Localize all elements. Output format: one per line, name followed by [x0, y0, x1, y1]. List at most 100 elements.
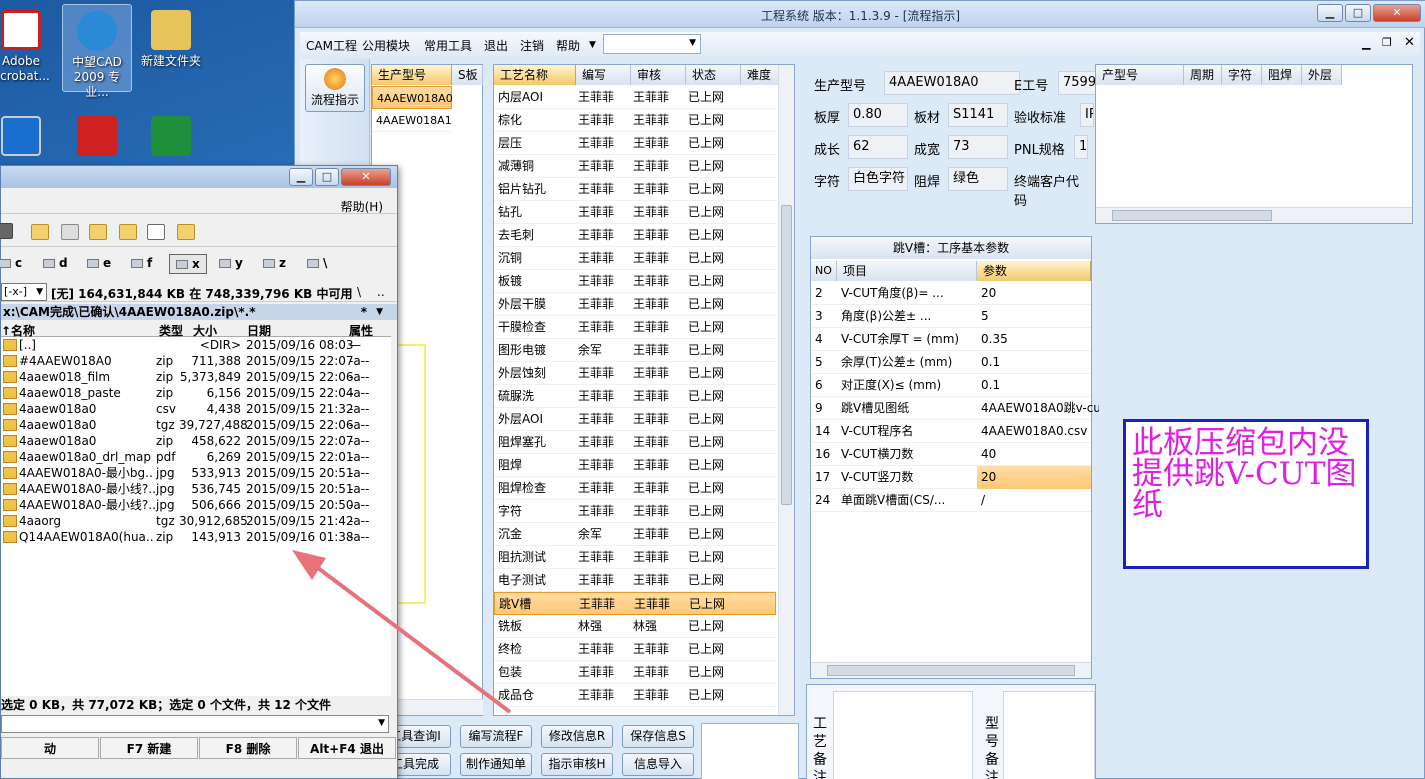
flow-indicator-button[interactable]: 流程指示: [305, 64, 365, 112]
process-row[interactable]: 跳V槽 王菲菲 王菲菲 已上网: [494, 592, 776, 615]
new-folder-icon[interactable]: [89, 224, 107, 240]
process-row[interactable]: 包装 王菲菲 王菲菲 已上网: [494, 661, 776, 684]
desktop-icon-zwcad[interactable]: 中望CAD 2009 专业...: [62, 4, 132, 99]
file-row[interactable]: 4aaew018a0 tgz 39,727,488 2015/09/15 22:06-…: [1, 417, 389, 433]
chevron-down-icon[interactable]: ▼: [376, 304, 383, 320]
menu-tools[interactable]: 常用工具: [424, 37, 472, 54]
param-row[interactable]: 4 V-CUT余厚T = (mm) 0.35: [811, 328, 1091, 351]
command-line[interactable]: ▼: [1, 715, 389, 733]
file-row[interactable]: 4aaew018_film zip 5,373,849 2015/09/15 22:0…: [1, 369, 389, 385]
parent-dir-button[interactable]: ..: [377, 285, 385, 299]
process-row[interactable]: 成品仓 王菲菲 王菲菲 已上网: [494, 684, 776, 707]
folder-icon[interactable]: [31, 224, 49, 240]
column-header-sboard[interactable]: S板: [452, 65, 483, 85]
info-value[interactable]: 62: [848, 135, 908, 159]
info-value[interactable]: 白色字符: [848, 167, 908, 191]
process-row[interactable]: 终检 王菲菲 王菲菲 已上网: [494, 638, 776, 661]
desktop-icon-excel[interactable]: [136, 110, 206, 160]
model-row[interactable]: 4AAEW018A1: [372, 109, 452, 132]
vertical-scrollbar[interactable]: [778, 65, 794, 715]
binoculars-icon[interactable]: [0, 223, 13, 239]
process-row[interactable]: 板镀 王菲菲 王菲菲 已上网: [494, 270, 776, 293]
drive-button[interactable]: y: [213, 254, 251, 274]
process-row[interactable]: 铝片钻孔 王菲菲 王菲菲 已上网: [494, 178, 776, 201]
info-value[interactable]: 1P: [1074, 135, 1088, 159]
desktop-icon-folder[interactable]: 新建文件夹: [136, 4, 206, 69]
drive-button[interactable]: x: [169, 254, 207, 274]
process-row[interactable]: 图形电镀 余军 王菲菲 已上网: [494, 339, 776, 362]
chevron-down-icon[interactable]: ▼: [378, 718, 385, 728]
model-remark-field[interactable]: [1003, 691, 1095, 779]
drive-button[interactable]: f: [125, 254, 163, 274]
process-row[interactable]: 阻焊检查 王菲菲 王菲菲 已上网: [494, 477, 776, 500]
folder-sync-icon[interactable]: [119, 224, 137, 240]
info-value[interactable]: 4AAEW018A0: [884, 71, 1020, 95]
menu-exit[interactable]: 退出: [484, 37, 508, 54]
process-row[interactable]: 沉金 余军 王菲菲 已上网: [494, 523, 776, 546]
file-row[interactable]: #4AAEW018A0 zip 711,388 2015/09/15 22:07 -a-…: [1, 353, 389, 369]
desktop-icon-acrobat[interactable]: Adobe Acrobat...: [0, 4, 56, 84]
make-notice-button[interactable]: 制作通知单: [460, 753, 532, 776]
param-row[interactable]: 17 V-CUT竖刀数 20: [811, 466, 1091, 489]
info-right-column-header[interactable]: 外层: [1302, 65, 1342, 85]
process-row[interactable]: 阻焊塞孔 王菲菲 王菲菲 已上网: [494, 431, 776, 454]
param-row[interactable]: 9 跳V槽见图纸 4AAEW018A0跳v-cu: [811, 397, 1101, 420]
info-right-column-header[interactable]: 产型号: [1096, 65, 1184, 85]
column-header-param[interactable]: 参数: [977, 261, 1091, 281]
desktop-icon-autocad[interactable]: [62, 110, 132, 160]
process-row[interactable]: 字符 王菲菲 王菲菲 已上网: [494, 500, 776, 523]
info-value[interactable]: IPC: [1080, 103, 1094, 127]
fkey-button[interactable]: Alt+F4 退出: [298, 737, 396, 759]
maximize-button[interactable]: □: [1345, 4, 1371, 22]
file-row[interactable]: 4aaew018a0_drl_map pdf 6,269 2015/09/15 22:…: [1, 449, 389, 465]
process-row[interactable]: 棕化 王菲菲 王菲菲 已上网: [494, 109, 776, 132]
open-folder-icon[interactable]: [177, 224, 195, 240]
column-header-model[interactable]: 生产型号: [372, 65, 452, 85]
param-row[interactable]: 2 V-CUT角度(β)= ... 20: [811, 282, 1091, 305]
column-header-author[interactable]: 编写: [576, 65, 631, 85]
path-star[interactable]: *: [361, 304, 367, 320]
menu-cam[interactable]: CAM工程: [306, 37, 357, 54]
menu-common[interactable]: 公用模块: [362, 37, 410, 54]
info-value[interactable]: 0.80: [848, 103, 908, 127]
mdi-close-icon[interactable]: ✕: [1404, 35, 1415, 50]
process-row[interactable]: 钻孔 王菲菲 王菲菲 已上网: [494, 201, 776, 224]
process-row[interactable]: 内层AOI 王菲菲 王菲菲 已上网: [494, 86, 776, 109]
param-row[interactable]: 6 对正度(X)≤ (mm) 0.1: [811, 374, 1091, 397]
process-row[interactable]: 外层蚀刻 王菲菲 王菲菲 已上网: [494, 362, 776, 385]
menu-logout[interactable]: 注销: [520, 37, 544, 54]
file-row[interactable]: 4aaew018_paste zip 6,156 2015/09/15 22:04 -a…: [1, 385, 389, 401]
file-row[interactable]: 4AAEW018A0-最小bg.. jpg 533,913 2015/09/15 20…: [1, 465, 389, 481]
process-row[interactable]: 外层AOI 王菲菲 王菲菲 已上网: [494, 408, 776, 431]
process-row[interactable]: 层压 王菲菲 王菲菲 已上网: [494, 132, 776, 155]
drive-button[interactable]: \: [301, 254, 339, 274]
scrollbar-thumb[interactable]: [1112, 210, 1272, 221]
process-row[interactable]: 干膜检查 王菲菲 王菲菲 已上网: [494, 316, 776, 339]
file-row[interactable]: [..] <DIR> 2015/09/16 08:03—: [1, 337, 389, 353]
info-right-column-header[interactable]: 周期: [1184, 65, 1222, 85]
drive-select[interactable]: [-x-] ▼: [1, 283, 47, 301]
process-row[interactable]: 减薄铜 王菲菲 王菲菲 已上网: [494, 155, 776, 178]
param-row[interactable]: 3 角度(β)公差± ... 5: [811, 305, 1091, 328]
scrollbar-thumb[interactable]: [781, 205, 792, 505]
close-button[interactable]: ✕: [1373, 4, 1421, 22]
column-header-status[interactable]: 状态: [686, 65, 741, 85]
root-dir-button[interactable]: \: [357, 285, 361, 299]
process-row[interactable]: 去毛刺 王菲菲 王菲菲 已上网: [494, 224, 776, 247]
horizontal-scrollbar[interactable]: [1096, 207, 1412, 223]
param-row[interactable]: 5 余厚(T)公差± (mm) 0.1: [811, 351, 1091, 374]
column-header-no[interactable]: NO: [811, 261, 837, 281]
modify-info-button[interactable]: 修改信息R: [541, 725, 613, 748]
column-header-process[interactable]: 工艺名称: [494, 65, 576, 85]
fkey-button[interactable]: F8 删除: [199, 737, 297, 759]
menu-help[interactable]: 帮助: [556, 37, 580, 54]
scrollbar-thumb[interactable]: [827, 665, 1075, 676]
drive-button[interactable]: z: [257, 254, 295, 274]
file-row[interactable]: 4aaew018a0 zip 458,622 2015/09/15 22:07 -a--: [1, 433, 389, 449]
fm-minimize-button[interactable]: ▁: [289, 168, 313, 186]
file-row[interactable]: 4aaew018a0 csv 4,438 2015/09/15 21:32 -a--: [1, 401, 389, 417]
file-row[interactable]: 4AAEW018A0-最小线?.. jpg 506,666 2015/09/15 20…: [1, 497, 389, 513]
column-header-difficulty[interactable]: 难度: [741, 65, 779, 85]
fm-help-menu[interactable]: 帮助(H): [341, 198, 383, 215]
info-value[interactable]: 绿色: [948, 167, 1008, 191]
